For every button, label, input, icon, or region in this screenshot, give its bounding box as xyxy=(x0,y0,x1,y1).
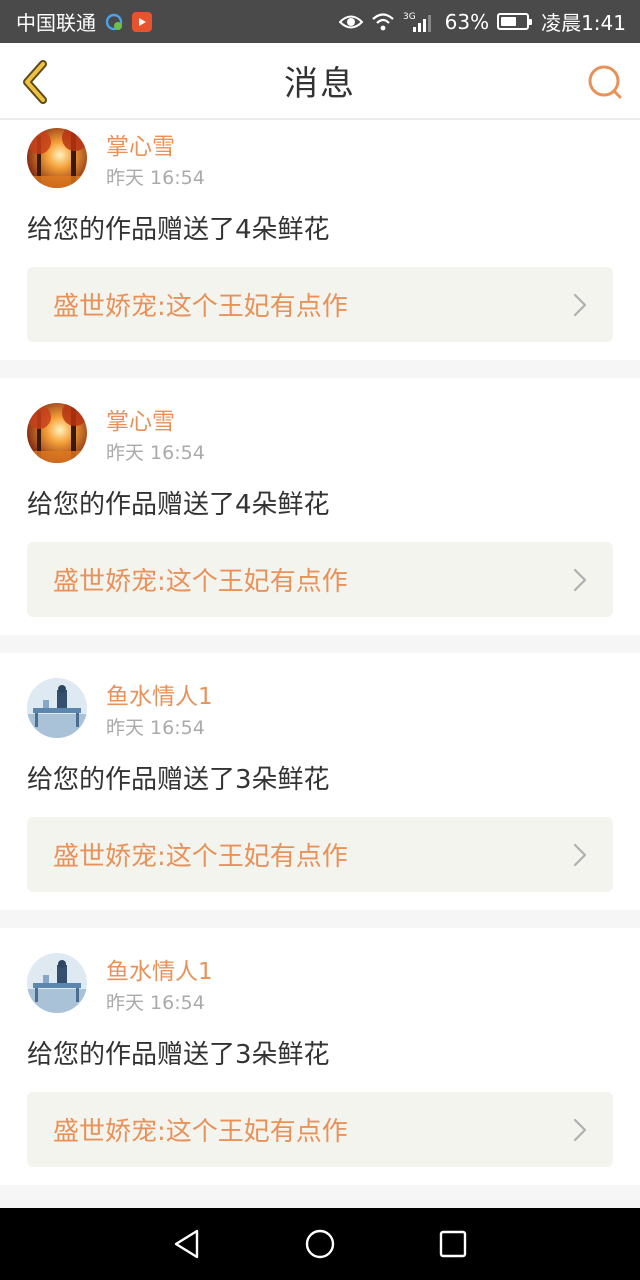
search-button[interactable] xyxy=(586,63,624,101)
message-header: 鱼水情人1 昨天 16:54 xyxy=(27,928,613,1017)
work-link[interactable]: 盛世娇宠:这个王妃有点作 xyxy=(27,1092,613,1167)
battery-level-fill xyxy=(501,17,517,26)
sync-icon xyxy=(104,12,124,32)
username[interactable]: 掌心雪 xyxy=(106,407,205,437)
username[interactable]: 掌心雪 xyxy=(106,132,205,162)
top-app-bar: 消息 xyxy=(0,43,640,120)
timestamp: 昨天 16:54 xyxy=(106,992,205,1014)
message-text: 给您的作品赠送了4朵鲜花 xyxy=(27,490,330,520)
avatar[interactable] xyxy=(27,953,87,1013)
status-bar: 中国联通 3G 63% 凌晨1:41 xyxy=(0,0,640,43)
back-button[interactable] xyxy=(14,57,54,107)
chevron-left-icon xyxy=(23,60,47,104)
search-icon xyxy=(588,65,622,99)
autumn-forest-avatar-image xyxy=(27,403,87,463)
blue-room-avatar-image xyxy=(27,953,87,1013)
status-left: 中国联通 xyxy=(16,7,152,36)
avatar[interactable] xyxy=(27,403,87,463)
user-meta: 掌心雪 昨天 16:54 xyxy=(106,132,205,192)
battery-icon xyxy=(497,13,533,30)
work-title: 盛世娇宠:这个王妃有点作 xyxy=(53,567,348,597)
timestamp: 昨天 16:54 xyxy=(106,717,205,739)
clock: 凌晨1:41 xyxy=(541,11,626,35)
nav-home-button[interactable] xyxy=(295,1219,345,1269)
work-link[interactable]: 盛世娇宠:这个王妃有点作 xyxy=(27,542,613,617)
chevron-right-icon xyxy=(573,293,587,317)
signal-icon: 3G xyxy=(403,11,437,33)
work-title: 盛世娇宠:这个王妃有点作 xyxy=(53,1117,348,1147)
nav-recents-icon xyxy=(440,1230,467,1258)
page-title: 消息 xyxy=(284,64,356,104)
work-title: 盛世娇宠:这个王妃有点作 xyxy=(53,842,348,872)
user-meta: 鱼水情人1 昨天 16:54 xyxy=(106,682,213,742)
avatar[interactable] xyxy=(27,678,87,738)
message-card: 掌心雪 昨天 16:54 给您的作品赠送了4朵鲜花 盛世娇宠:这个王妃有点作 xyxy=(0,120,640,360)
message-header: 掌心雪 昨天 16:54 xyxy=(27,378,613,467)
user-meta: 鱼水情人1 昨天 16:54 xyxy=(106,957,213,1017)
timestamp: 昨天 16:54 xyxy=(106,167,205,189)
message-header: 鱼水情人1 昨天 16:54 xyxy=(27,653,613,742)
username[interactable]: 鱼水情人1 xyxy=(106,957,213,987)
username[interactable]: 鱼水情人1 xyxy=(106,682,213,712)
autumn-forest-avatar-image xyxy=(27,128,87,188)
message-text: 给您的作品赠送了4朵鲜花 xyxy=(27,215,330,245)
chevron-right-icon xyxy=(573,843,587,867)
nav-home-icon xyxy=(305,1229,335,1259)
message-text: 给您的作品赠送了3朵鲜花 xyxy=(27,1040,330,1070)
wifi-icon xyxy=(371,12,395,31)
message-header: 掌心雪 昨天 16:54 xyxy=(27,120,613,192)
chevron-right-icon xyxy=(573,1118,587,1142)
chevron-right-icon xyxy=(573,568,587,592)
status-right: 3G 63% 凌晨1:41 xyxy=(338,7,626,36)
nav-back-button[interactable] xyxy=(162,1219,212,1269)
message-card: 鱼水情人1 昨天 16:54 给您的作品赠送了3朵鲜花 盛世娇宠:这个王妃有点作 xyxy=(0,928,640,1185)
timestamp: 昨天 16:54 xyxy=(106,442,205,464)
system-nav-bar xyxy=(0,1208,640,1280)
work-link[interactable]: 盛世娇宠:这个王妃有点作 xyxy=(27,267,613,342)
message-list[interactable]: 掌心雪 昨天 16:54 给您的作品赠送了4朵鲜花 盛世娇宠:这个王妃有点作 掌… xyxy=(0,120,640,1208)
network-type-label: 3G xyxy=(403,12,416,22)
message-card: 掌心雪 昨天 16:54 给您的作品赠送了4朵鲜花 盛世娇宠:这个王妃有点作 xyxy=(0,378,640,635)
work-title: 盛世娇宠:这个王妃有点作 xyxy=(53,292,348,322)
carrier-label: 中国联通 xyxy=(16,11,96,35)
blue-room-avatar-image xyxy=(27,678,87,738)
battery-percent: 63% xyxy=(444,9,490,34)
message-text: 给您的作品赠送了3朵鲜花 xyxy=(27,765,330,795)
eye-icon xyxy=(338,13,363,31)
video-app-icon xyxy=(132,11,152,32)
nav-back-icon xyxy=(174,1229,198,1259)
nav-recents-button[interactable] xyxy=(428,1219,478,1269)
work-link[interactable]: 盛世娇宠:这个王妃有点作 xyxy=(27,817,613,892)
avatar[interactable] xyxy=(27,128,87,188)
user-meta: 掌心雪 昨天 16:54 xyxy=(106,407,205,467)
message-card: 鱼水情人1 昨天 16:54 给您的作品赠送了3朵鲜花 盛世娇宠:这个王妃有点作 xyxy=(0,653,640,910)
